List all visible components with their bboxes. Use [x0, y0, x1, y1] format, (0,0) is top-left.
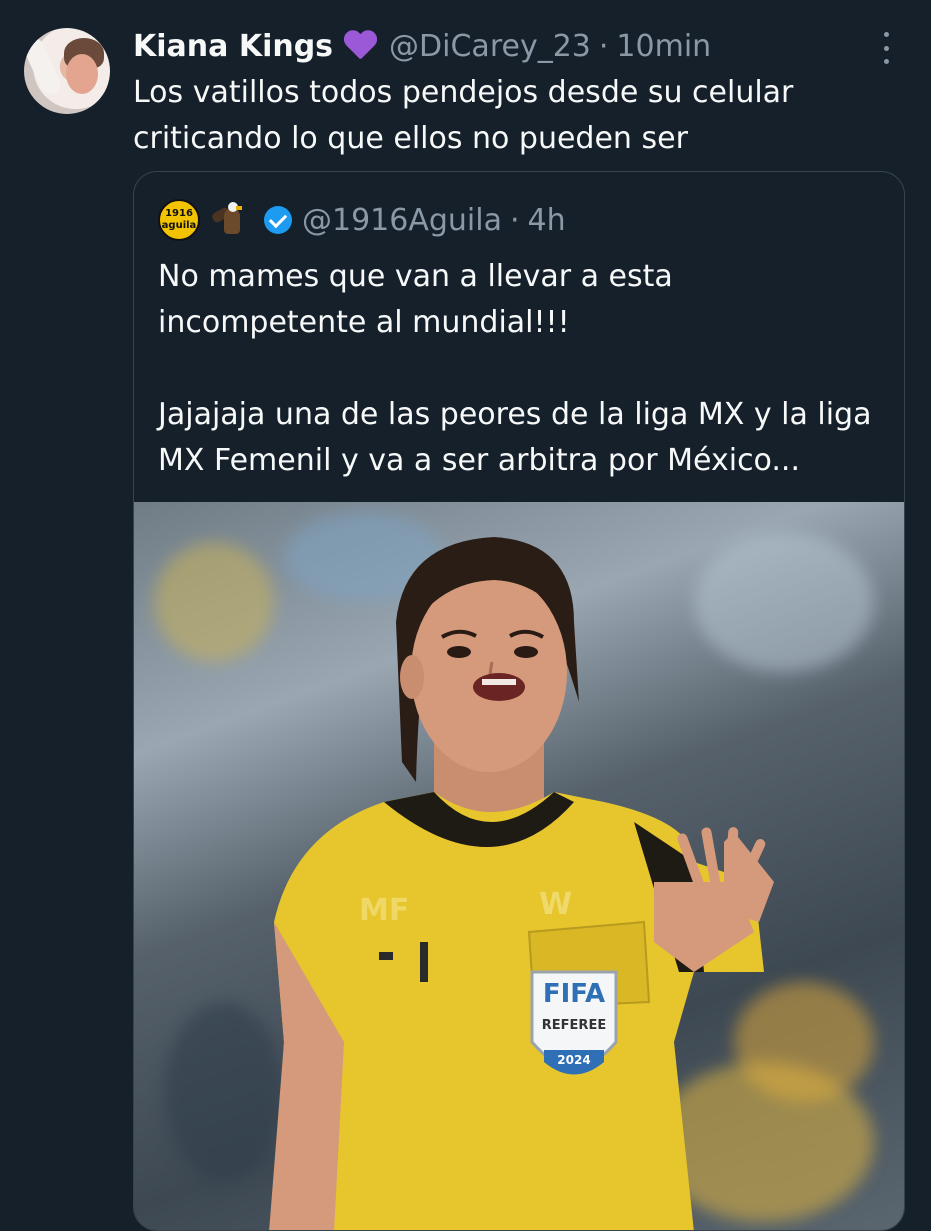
quoted-user-handle[interactable]: @1916Aguila: [302, 203, 502, 238]
separator-dot: ·: [598, 28, 609, 64]
purple-heart-icon: [343, 31, 377, 61]
quoted-tweet-header: 1916 aguila @1916Aguila · 4h: [158, 196, 566, 244]
avatar-logo-text-top: 1916: [165, 208, 193, 219]
tweet-text: Los vatillos todos pendejos desde su cel…: [133, 75, 794, 156]
brand-logo-text: W: [539, 887, 572, 922]
display-name[interactable]: Kiana Kings: [133, 29, 333, 64]
tweet-header: Kiana Kings @DiCarey_23 · 10min: [133, 22, 711, 70]
user-handle[interactable]: @DiCarey_23: [389, 29, 591, 64]
patch-year: 2024: [557, 1053, 590, 1067]
avatar-logo-text-bottom: aguila: [161, 220, 197, 231]
referee-illustration: FIFA REFEREE 2024 MF W: [269, 537, 774, 1230]
sleeve-logo-text: MF: [359, 893, 409, 928]
quoted-timestamp[interactable]: 4h: [528, 203, 566, 238]
tweet[interactable]: Kiana Kings @DiCarey_23 · 10min Los vati…: [0, 0, 931, 1231]
patch-subtitle: REFEREE: [542, 1018, 606, 1033]
quoted-tweet-text: No mames que van a llevar a esta incompe…: [158, 259, 872, 478]
eagle-icon: [210, 200, 252, 240]
timestamp[interactable]: 10min: [616, 29, 711, 64]
verified-badge-icon: [264, 206, 292, 234]
quoted-user-avatar[interactable]: 1916 aguila: [158, 199, 200, 241]
more-options-icon[interactable]: [874, 32, 898, 64]
patch-title: FIFA: [543, 979, 605, 1009]
quoted-tweet-card[interactable]: 1916 aguila @1916Aguila · 4h No mames qu…: [133, 171, 905, 1231]
quoted-tweet-image[interactable]: FIFA REFEREE 2024 MF W: [134, 502, 904, 1230]
user-avatar[interactable]: [24, 28, 110, 114]
separator-dot: ·: [509, 202, 520, 238]
